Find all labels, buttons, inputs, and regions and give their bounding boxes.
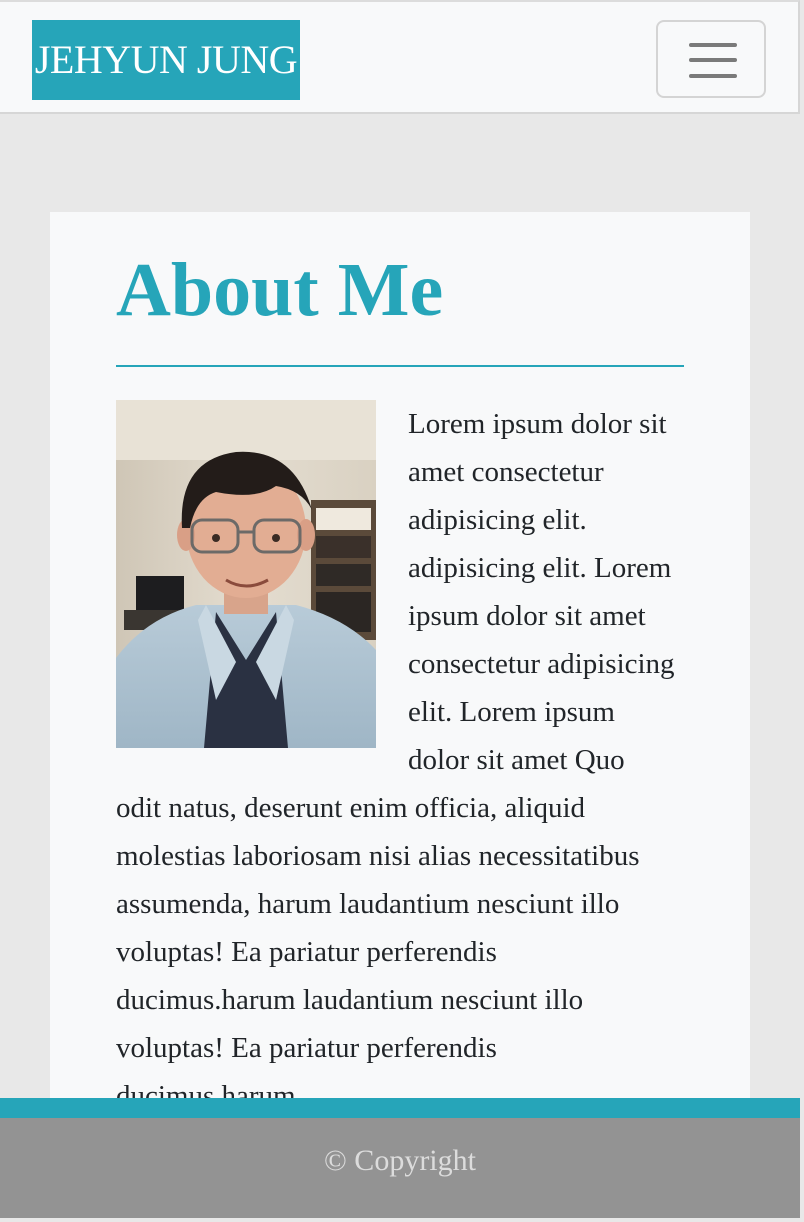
- hamburger-menu-icon-line: [689, 58, 737, 62]
- brand-logo[interactable]: JEHYUN JUNG: [32, 20, 300, 100]
- profile-photo: [116, 400, 376, 748]
- about-content: Lorem ipsum dolor sit amet consectetur a…: [116, 400, 676, 1098]
- navbar-toggle-button[interactable]: [656, 20, 766, 98]
- footer: © Copyright: [0, 1118, 800, 1218]
- hamburger-menu-icon-line: [689, 74, 737, 78]
- navbar: JEHYUN JUNG: [0, 0, 800, 114]
- footer-accent-bar: [0, 1098, 800, 1118]
- copyright-text: © Copyright: [324, 1144, 476, 1177]
- page-title: About Me: [116, 248, 444, 332]
- title-divider: [116, 365, 684, 367]
- hamburger-menu-icon: [689, 43, 737, 47]
- about-card: About Me Lorem ipsum dolor sit amet cons…: [50, 212, 750, 1098]
